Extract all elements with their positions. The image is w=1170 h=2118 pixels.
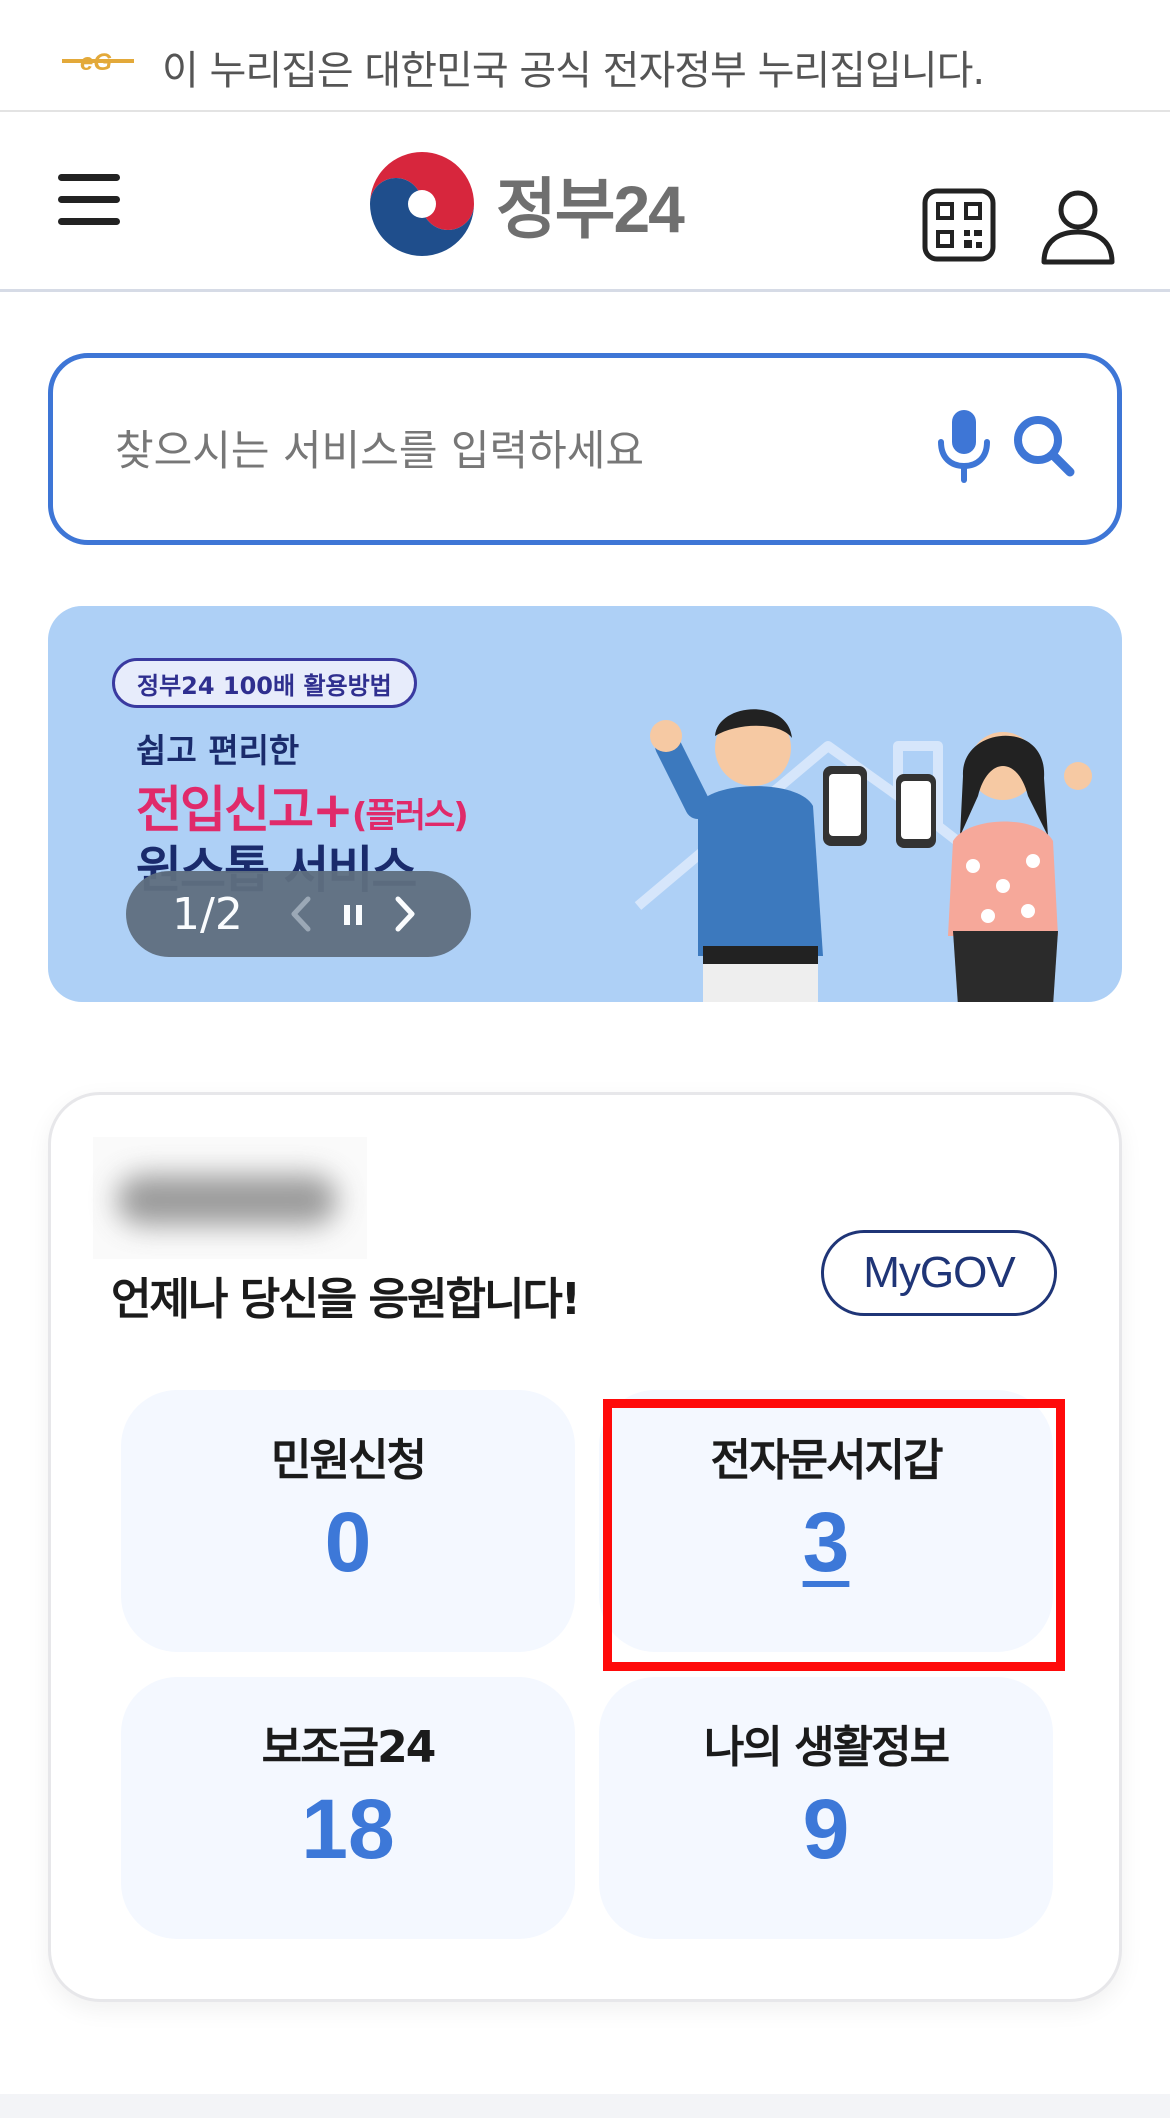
tile-label: 민원신청 (271, 1435, 427, 1486)
official-notice-bar: eG 이 누리집은 대한민국 공식 전자정부 누리집입니다. (0, 0, 1170, 112)
chevron-right-icon[interactable] (388, 891, 422, 937)
search-icon[interactable] (1008, 410, 1080, 482)
tile-count: 0 (324, 1495, 372, 1589)
svg-text:eG: eG (80, 49, 112, 76)
cheer-message: 언제나 당신을 응원합니다! (111, 1274, 581, 1325)
banner-illustration (634, 709, 1092, 1002)
tile-count-link[interactable]: 3 (599, 1494, 1053, 1591)
user-icon[interactable] (1038, 186, 1118, 266)
slide-counter: 1/2 (172, 889, 243, 940)
tile-label: 나의 생활정보 (703, 1722, 950, 1773)
tile-civil-applications[interactable]: 민원신청 0 (121, 1390, 575, 1652)
bottom-strip (0, 2094, 1170, 2118)
banner-slider-controls: 1/2 (126, 871, 471, 957)
promo-banner[interactable]: 정부24 100배 활용방법 쉽고 편리한 전입신고+(플러스) 원스톱 서비스… (48, 606, 1122, 1002)
mygov-button[interactable]: MyGOV (821, 1230, 1057, 1316)
tile-my-life-info[interactable]: 나의 생활정보 9 (599, 1677, 1053, 1939)
site-header: 정부24 (0, 112, 1170, 292)
tile-subsidy24[interactable]: 보조금24 18 (121, 1677, 575, 1939)
notice-text: 이 누리집은 대한민국 공식 전자정부 누리집입니다. (162, 48, 985, 94)
tile-e-document-wallet[interactable]: 전자문서지갑 3 (599, 1390, 1053, 1652)
qr-code-icon[interactable] (922, 188, 996, 262)
tile-count: 18 (301, 1782, 395, 1876)
search-box (48, 353, 1122, 545)
banner-tag: 정부24 100배 활용방법 (112, 658, 417, 708)
search-input[interactable] (113, 408, 917, 492)
tile-label: 전자문서지갑 (710, 1435, 944, 1486)
tile-label: 보조금24 (261, 1722, 437, 1773)
banner-line1: 쉽고 편리한 (136, 731, 300, 770)
eg-emblem-icon: eG (62, 49, 134, 76)
blurred-user-name (93, 1137, 367, 1259)
hamburger-menu-icon[interactable] (58, 174, 120, 226)
chevron-left-icon[interactable] (284, 891, 318, 937)
microphone-icon[interactable] (933, 406, 995, 486)
logo-text: 정부24 (496, 172, 685, 246)
gov24-logo[interactable]: 정부24 (366, 148, 685, 260)
taegeuk-logo-icon (370, 152, 474, 256)
pause-icon[interactable] (338, 895, 368, 935)
tile-count: 9 (802, 1782, 850, 1876)
my-dashboard-card: 언제나 당신을 응원합니다! MyGOV 민원신청 0 전자문서지갑 3 보조금… (48, 1092, 1122, 2002)
